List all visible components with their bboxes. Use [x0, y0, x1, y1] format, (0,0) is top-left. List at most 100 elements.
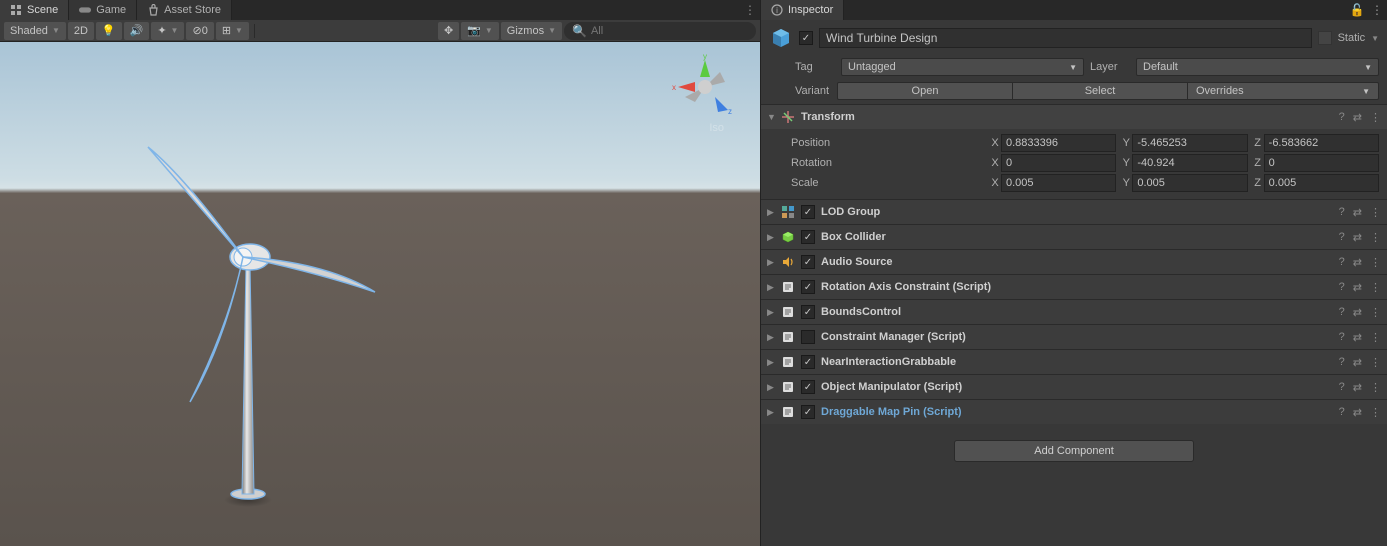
- help-icon[interactable]: ?: [1339, 406, 1345, 419]
- tag-dropdown[interactable]: Untagged ▼: [841, 58, 1084, 76]
- layer-dropdown[interactable]: Default ▼: [1136, 58, 1379, 76]
- scale-x-field[interactable]: [1001, 174, 1116, 192]
- component-enable-checkbox[interactable]: ✓: [801, 380, 815, 394]
- component-header[interactable]: ▶✓LOD Group?⇄⋮: [761, 200, 1387, 224]
- help-icon[interactable]: ?: [1339, 281, 1345, 294]
- kebab-icon[interactable]: ⋮: [1370, 331, 1381, 344]
- kebab-icon[interactable]: ⋮: [1370, 381, 1381, 394]
- caret-down-icon: ▼: [1364, 63, 1372, 72]
- component-enable-checkbox[interactable]: ✓: [801, 205, 815, 219]
- kebab-icon[interactable]: ⋮: [1370, 356, 1381, 369]
- kebab-icon[interactable]: ⋮: [1370, 206, 1381, 219]
- iso-label: Iso: [709, 122, 724, 134]
- help-icon[interactable]: ?: [1339, 111, 1345, 124]
- left-tab-menu[interactable]: ⋮: [740, 0, 760, 20]
- preset-icon[interactable]: ⇄: [1353, 306, 1362, 319]
- scale-z-field[interactable]: [1264, 174, 1379, 192]
- static-dropdown-arrow[interactable]: ▼: [1371, 34, 1379, 43]
- inspector-lock[interactable]: 🔓: [1347, 0, 1367, 20]
- kebab-icon[interactable]: ⋮: [1370, 281, 1381, 294]
- component-enable-checkbox[interactable]: ✓: [801, 255, 815, 269]
- tab-inspector[interactable]: i Inspector: [761, 0, 844, 20]
- tool-handle[interactable]: ✥: [438, 22, 459, 40]
- component-actions: ? ⇄ ⋮: [1339, 406, 1381, 419]
- preset-icon[interactable]: ⇄: [1353, 256, 1362, 269]
- help-icon[interactable]: ?: [1339, 381, 1345, 394]
- prefab-icon[interactable]: [769, 26, 793, 50]
- kebab-icon[interactable]: ⋮: [1370, 306, 1381, 319]
- gizmos-dropdown[interactable]: Gizmos ▼: [501, 22, 562, 40]
- scene-viewport[interactable]: x y z Iso: [0, 42, 760, 546]
- preset-icon[interactable]: ⇄: [1353, 206, 1362, 219]
- component-enable-checkbox[interactable]: ✓: [801, 355, 815, 369]
- component-icon: [781, 330, 795, 344]
- svg-text:y: y: [703, 52, 707, 61]
- tab-scene[interactable]: Scene: [0, 0, 69, 20]
- wind-turbine-model[interactable]: [130, 82, 390, 522]
- preset-icon[interactable]: ⇄: [1353, 111, 1362, 124]
- position-z-field[interactable]: [1264, 134, 1379, 152]
- preset-icon[interactable]: ⇄: [1353, 231, 1362, 244]
- preset-icon[interactable]: ⇄: [1353, 281, 1362, 294]
- rotation-x-field[interactable]: [1001, 154, 1116, 172]
- help-icon[interactable]: ?: [1339, 331, 1345, 344]
- component-header[interactable]: ▶✓Rotation Axis Constraint (Script)?⇄⋮: [761, 275, 1387, 299]
- rotation-z-field[interactable]: [1264, 154, 1379, 172]
- kebab-icon[interactable]: ⋮: [1370, 256, 1381, 269]
- preset-icon[interactable]: ⇄: [1353, 356, 1362, 369]
- open-button[interactable]: Open: [837, 82, 1013, 100]
- scene-search[interactable]: 🔍: [564, 22, 756, 40]
- static-checkbox[interactable]: [1318, 31, 1332, 45]
- component-enable-checkbox[interactable]: ✓: [801, 305, 815, 319]
- component-header[interactable]: ▶✓BoundsControl?⇄⋮: [761, 300, 1387, 324]
- component-header[interactable]: ▶✓NearInteractionGrabbable?⇄⋮: [761, 350, 1387, 374]
- help-icon[interactable]: ?: [1339, 206, 1345, 219]
- tab-asset-store[interactable]: Asset Store: [137, 0, 232, 20]
- scale-label: Scale: [791, 177, 985, 189]
- preset-icon[interactable]: ⇄: [1353, 381, 1362, 394]
- component-header[interactable]: ▶✓Object Manipulator (Script)?⇄⋮: [761, 375, 1387, 399]
- component-enable-checkbox[interactable]: ✓: [801, 230, 815, 244]
- transform-header[interactable]: ▼ Transform ? ⇄ ⋮: [761, 105, 1387, 129]
- audio-toggle[interactable]: 🔊: [124, 22, 150, 40]
- add-component-button[interactable]: Add Component: [954, 440, 1194, 462]
- shaded-dropdown[interactable]: Shaded ▼: [4, 22, 66, 40]
- scale-y-field[interactable]: [1132, 174, 1247, 192]
- light-toggle[interactable]: 💡: [96, 22, 122, 40]
- component-header[interactable]: ▶Constraint Manager (Script)?⇄⋮: [761, 325, 1387, 349]
- kebab-icon[interactable]: ⋮: [1370, 231, 1381, 244]
- component-header[interactable]: ▶✓Box Collider?⇄⋮: [761, 225, 1387, 249]
- active-checkbox[interactable]: ✓: [799, 31, 813, 45]
- overrides-dropdown[interactable]: Overrides ▼: [1187, 82, 1379, 100]
- help-icon[interactable]: ?: [1339, 256, 1345, 269]
- preset-icon[interactable]: ⇄: [1353, 406, 1362, 419]
- help-icon[interactable]: ?: [1339, 231, 1345, 244]
- component-icon: [781, 355, 795, 369]
- rotation-y-field[interactable]: [1132, 154, 1247, 172]
- help-icon[interactable]: ?: [1339, 306, 1345, 319]
- fx-toggle[interactable]: ✦▼: [151, 22, 184, 40]
- select-button[interactable]: Select: [1013, 82, 1187, 100]
- grid-dropdown[interactable]: ⊞▼: [216, 22, 249, 40]
- component-enable-checkbox[interactable]: ✓: [801, 280, 815, 294]
- component-enable-checkbox[interactable]: ✓: [801, 405, 815, 419]
- position-x-field[interactable]: [1001, 134, 1116, 152]
- inspector-menu[interactable]: ⋮: [1367, 0, 1387, 20]
- object-name-field[interactable]: [819, 28, 1312, 48]
- kebab-icon[interactable]: ⋮: [1370, 111, 1381, 124]
- lock-icon: 🔓: [1350, 3, 1365, 17]
- camera-mode[interactable]: 📷▼: [461, 22, 499, 40]
- hidden-objects[interactable]: ⊘0: [186, 22, 213, 40]
- search-input[interactable]: [591, 25, 748, 37]
- tab-game[interactable]: Game: [69, 0, 137, 20]
- preset-icon[interactable]: ⇄: [1353, 331, 1362, 344]
- component-header[interactable]: ▶✓Audio Source?⇄⋮: [761, 250, 1387, 274]
- tab-spacer: [232, 0, 740, 20]
- component-enable-checkbox[interactable]: [801, 330, 815, 344]
- orientation-gizmo[interactable]: x y z: [670, 52, 740, 122]
- position-y-field[interactable]: [1132, 134, 1247, 152]
- kebab-icon[interactable]: ⋮: [1370, 406, 1381, 419]
- 2d-toggle[interactable]: 2D: [68, 22, 94, 40]
- component-header[interactable]: ▶✓Draggable Map Pin (Script)?⇄⋮: [761, 400, 1387, 424]
- help-icon[interactable]: ?: [1339, 356, 1345, 369]
